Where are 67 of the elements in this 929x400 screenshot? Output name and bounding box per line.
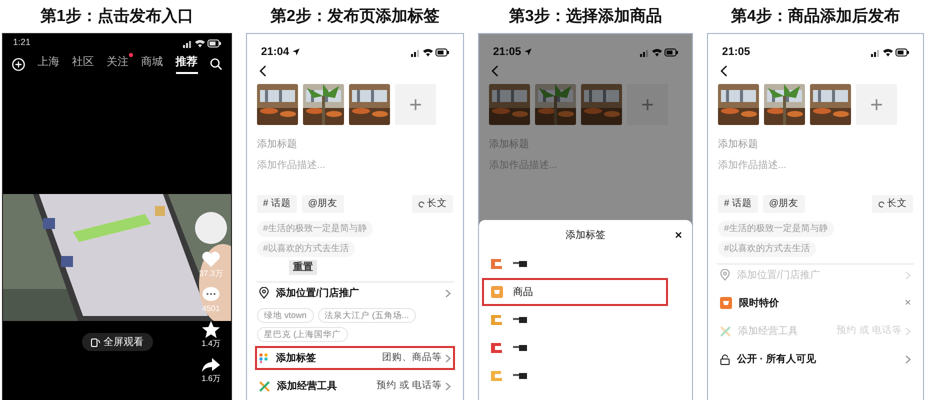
chevron-icon [445,288,451,298]
settings-row[interactable]: 公开 · 所有人可见 [716,347,915,371]
colored-dots-icon [259,353,269,363]
chevron-icon [445,354,451,362]
location-pin-icon [720,269,730,281]
refresh-icon [418,200,425,208]
step-heading: 第1步：点击发布入口 [40,6,194,26]
step-heading: 第3步：选择添加商品 [508,6,663,26]
status-time: 1:21 [13,36,31,50]
topic-button[interactable]: # 话题 [718,195,758,213]
chat-bubble-icon[interactable] [201,285,221,304]
back-icon[interactable] [259,65,267,77]
location-pin-icon [259,287,269,299]
star-icon[interactable] [201,320,221,339]
tag-option[interactable]: 商品 [482,278,668,306]
share-arrow-icon[interactable] [201,355,221,374]
location-chip[interactable]: 绿地 vtown [257,308,314,323]
redaction-mark-icon [513,345,527,351]
status-icons-drawing [411,48,449,56]
settings-row[interactable]: 添加经营工具 预约 或 电话等 [255,374,455,398]
chevron-icon [905,270,911,280]
mention-button[interactable]: @朋友 [302,195,344,213]
lock-icon [720,354,730,364]
location-chip[interactable]: 星巴克 (上海国华广 [257,327,348,342]
close-button[interactable]: × [674,226,682,244]
fullscreen-button[interactable]: 全屏观看 [82,333,152,351]
tooltip: 重置 [289,260,317,275]
sheet-title: 添加标签 [566,228,606,242]
nav-tab[interactable]: 推荐 [176,54,198,74]
back-icon[interactable] [491,65,499,77]
topic-button[interactable]: # 话题 [257,195,297,213]
count-label: 1.4万 [201,339,221,349]
location-chip[interactable]: 法泉大江户 (五角场... [318,308,416,323]
step-heading: 第4步：商品添加后发布 [730,6,901,26]
long-text-button[interactable]: 长文 [872,195,913,213]
refresh-icon [878,200,885,208]
redaction-mark-icon [513,373,527,379]
chevron-icon [905,354,911,364]
chevron-icon [905,326,911,336]
mention-button[interactable]: @朋友 [762,195,805,213]
cart-square-icon [720,297,732,309]
redaction-mark-icon [513,261,527,267]
step-heading: 第2步：发布页添加标签 [270,6,440,26]
redaction-mark-icon [513,317,527,323]
nav-tab[interactable]: 商城 [141,54,163,74]
long-text-button[interactable]: 长文 [412,195,453,213]
status-icons-drawing [640,48,678,56]
count-label: 37.3万 [199,269,223,279]
status-time: 21:05 [493,44,522,60]
heart-icon[interactable] [200,250,221,269]
status-time: 21:05 [722,44,750,60]
count-label: 1.6万 [201,374,221,384]
chevron-icon [445,382,451,390]
back-icon[interactable] [720,65,728,77]
nav-tab[interactable]: 关注 [106,54,128,74]
plus-circle-icon[interactable] [12,58,25,70]
nav-tab[interactable]: 社区 [72,54,94,74]
status-time: 21:04 [261,44,290,60]
search-icon[interactable] [210,58,222,70]
settings-row[interactable]: 限时特价 × [716,291,915,315]
status-icons-drawing [871,48,909,56]
rotate-screen-icon [90,338,100,346]
count-label: 4501 [202,304,220,314]
status-icons-drawing [183,38,221,48]
settings-row[interactable]: 添加位置/门店推广 [255,281,455,305]
nav-tab[interactable]: 上海 [38,54,60,74]
settings-row[interactable]: 添加标签 团购、商品等 [255,346,455,370]
